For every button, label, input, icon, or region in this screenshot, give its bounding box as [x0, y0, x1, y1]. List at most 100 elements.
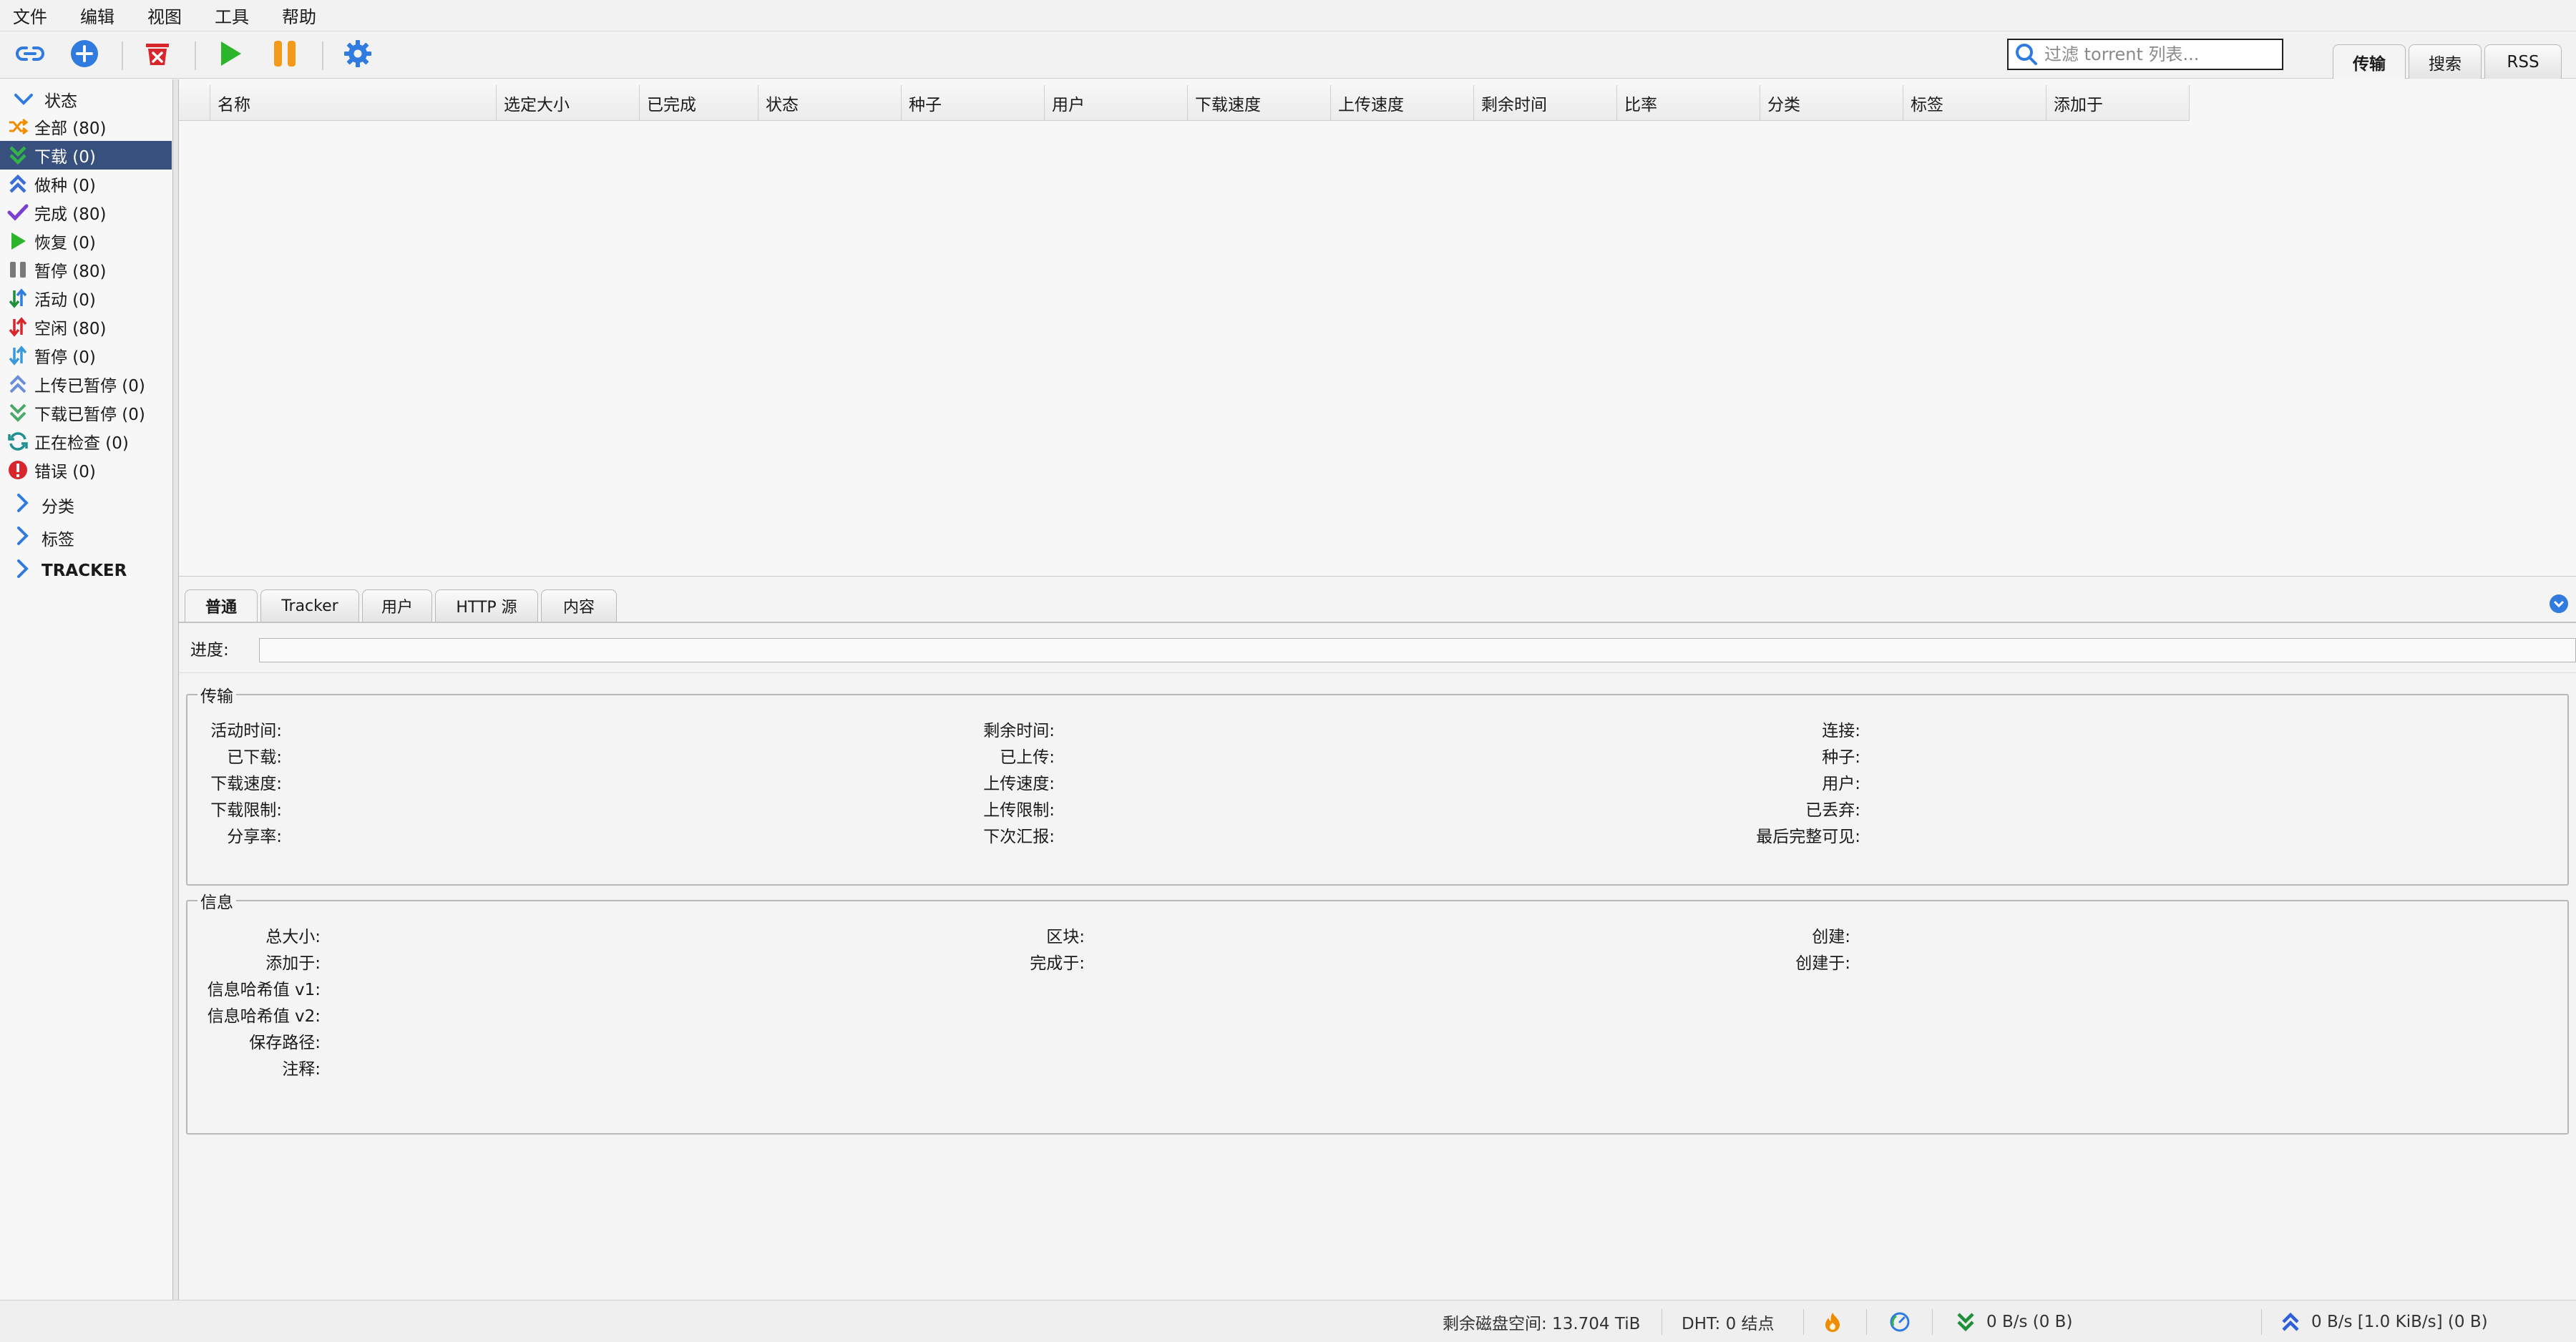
- status-separator: [2261, 1309, 2262, 1335]
- column-header-name[interactable]: 名称: [210, 85, 497, 121]
- filter-inactive-label: 空闲 (80): [34, 320, 107, 338]
- filter-search-box[interactable]: [2007, 39, 2283, 70]
- torrent-list-header: 名称 选定大小 已完成 状态 种子 用户 下载速度 上传速度 剩余时间 比率 分…: [179, 85, 2190, 121]
- filter-search-input[interactable]: [2044, 44, 2282, 64]
- add-link-icon: [14, 38, 46, 74]
- download-icon: [6, 143, 30, 167]
- gear-icon: [342, 38, 374, 74]
- menu-edit[interactable]: 编辑: [80, 3, 114, 28]
- status-separator: [1932, 1309, 1933, 1335]
- progress-row: 进度:: [190, 632, 2576, 664]
- status-filter-header[interactable]: 状态: [0, 85, 77, 114]
- tab-peers[interactable]: 用户: [362, 589, 432, 622]
- chevron-down-circle-icon: [2550, 594, 2568, 613]
- search-icon: [2016, 44, 2037, 65]
- delete-button[interactable]: [140, 39, 175, 73]
- menu-view[interactable]: 视图: [147, 3, 182, 28]
- filter-paused[interactable]: 暂停 (80): [0, 255, 172, 284]
- transfer-group-title: 传输: [200, 687, 233, 706]
- torrent-list[interactable]: 名称 选定大小 已完成 状态 种子 用户 下载速度 上传速度 剩余时间 比率 分…: [179, 79, 2576, 577]
- tab-trackers[interactable]: Tracker: [260, 589, 359, 622]
- transfer-group: 传输: [186, 682, 2569, 886]
- column-header-up-speed[interactable]: 上传速度: [1331, 85, 1474, 121]
- filter-errored[interactable]: 错误 (0): [0, 456, 172, 484]
- tracker-filter-label: TRACKER: [42, 562, 127, 580]
- category-filter-header[interactable]: 分类: [0, 489, 74, 521]
- column-header-tags[interactable]: 标签: [1903, 85, 2046, 121]
- comment-label: 注释:: [282, 1060, 321, 1079]
- connection-status-button[interactable]: [1823, 1301, 1842, 1342]
- toolbar-separator: [122, 41, 123, 70]
- tab-http-sources[interactable]: HTTP 源: [435, 589, 538, 622]
- filter-stalled-downloading[interactable]: 下载已暂停 (0): [0, 398, 172, 427]
- alt-speed-toggle[interactable]: [1889, 1301, 1911, 1342]
- options-button[interactable]: [341, 39, 375, 73]
- pause-button[interactable]: [268, 39, 302, 73]
- filter-checking-label: 正在检查 (0): [34, 434, 129, 453]
- column-header-status[interactable]: 状态: [758, 85, 902, 121]
- statusbar: 剩余磁盘空间: 13.704 TiB DHT: 0 结点 0 B/s (0 B)…: [0, 1300, 2576, 1342]
- seeding-icon: [6, 172, 30, 196]
- filter-completed-label: 完成 (80): [34, 205, 107, 224]
- created-on-label: 创建于:: [1795, 954, 1850, 973]
- tab-search[interactable]: 搜索: [2409, 44, 2482, 79]
- sidebar-splitter[interactable]: [173, 79, 179, 1300]
- tag-filter-label: 标签: [42, 531, 74, 549]
- filter-checking[interactable]: 正在检查 (0): [0, 427, 172, 456]
- pause-icon: [6, 258, 30, 282]
- add-link-button[interactable]: [13, 39, 47, 73]
- tab-transfers[interactable]: 传输: [2333, 44, 2406, 79]
- flame-icon: [1825, 1312, 1840, 1332]
- panel-splitter-handle[interactable]: [1367, 575, 1377, 589]
- stalled-icon: [6, 343, 30, 368]
- tab-content[interactable]: 内容: [541, 589, 617, 622]
- filter-all[interactable]: 全部 (80): [0, 112, 172, 141]
- stalled-upload-icon: [6, 372, 30, 396]
- sidebar: 状态 全部 (80) 下载 (0) 做种 (0) 完成 (80) 恢复 (0) …: [0, 79, 173, 1300]
- shuffle-icon: [6, 114, 30, 139]
- resume-button[interactable]: [213, 39, 248, 73]
- tab-general[interactable]: 普通: [185, 589, 258, 622]
- filter-stalled-uploading[interactable]: 上传已暂停 (0): [0, 370, 172, 398]
- transfer-labels-col2: 剩余时间: 已上传: 上传速度: 上传限制: 下次汇报:: [962, 717, 1055, 854]
- column-header-ratio[interactable]: 比率: [1617, 85, 1760, 121]
- tracker-filter-header[interactable]: TRACKER: [0, 555, 127, 587]
- filter-seeding[interactable]: 做种 (0): [0, 170, 172, 198]
- reannounce-label: 下次汇报:: [983, 828, 1055, 846]
- collapse-panel-button[interactable]: [2549, 594, 2569, 618]
- filter-stalled[interactable]: 暂停 (0): [0, 341, 172, 370]
- pause-icon: [269, 38, 301, 74]
- column-header-added-on[interactable]: 添加于: [2046, 85, 2190, 121]
- menu-file[interactable]: 文件: [13, 3, 47, 28]
- filter-resumed-label: 恢复 (0): [34, 234, 96, 253]
- tag-filter-header[interactable]: 标签: [0, 522, 74, 554]
- column-header-selected-size[interactable]: 选定大小: [497, 85, 640, 121]
- filter-resumed[interactable]: 恢复 (0): [0, 227, 172, 255]
- filter-seeding-label: 做种 (0): [34, 177, 96, 195]
- menu-help[interactable]: 帮助: [282, 3, 316, 28]
- add-torrent-button[interactable]: [67, 39, 102, 73]
- filter-downloading[interactable]: 下载 (0): [0, 141, 172, 170]
- error-icon: [6, 458, 30, 482]
- download-speed-status[interactable]: 0 B/s (0 B): [1955, 1301, 2072, 1342]
- column-header-peers[interactable]: 用户: [1045, 85, 1188, 121]
- filter-completed[interactable]: 完成 (80): [0, 198, 172, 227]
- column-header-down-speed[interactable]: 下载速度: [1188, 85, 1331, 121]
- column-header-done[interactable]: 已完成: [640, 85, 758, 121]
- filter-stalled-uploading-label: 上传已暂停 (0): [34, 377, 145, 396]
- menubar: 文件 编辑 视图 工具 帮助: [0, 0, 2576, 31]
- delete-icon: [142, 38, 173, 74]
- column-header-eta[interactable]: 剩余时间: [1474, 85, 1617, 121]
- column-header-seeds[interactable]: 种子: [902, 85, 1045, 121]
- transfer-labels-col1: 活动时间: 已下载: 下载速度: 下载限制: 分享率:: [189, 717, 282, 854]
- column-header-category[interactable]: 分类: [1760, 85, 1903, 121]
- tab-rss[interactable]: RSS: [2484, 44, 2562, 79]
- progress-label: 进度:: [190, 641, 229, 660]
- column-header-spacer: [179, 85, 210, 121]
- filter-inactive[interactable]: 空闲 (80): [0, 313, 172, 341]
- upload-speed-status[interactable]: 0 B/s [1.0 KiB/s] (0 B): [2280, 1301, 2488, 1342]
- filter-active[interactable]: 活动 (0): [0, 284, 172, 313]
- menu-tools[interactable]: 工具: [215, 3, 249, 28]
- chevron-down-icon: [13, 92, 34, 107]
- speedometer-icon: [1890, 1312, 1910, 1331]
